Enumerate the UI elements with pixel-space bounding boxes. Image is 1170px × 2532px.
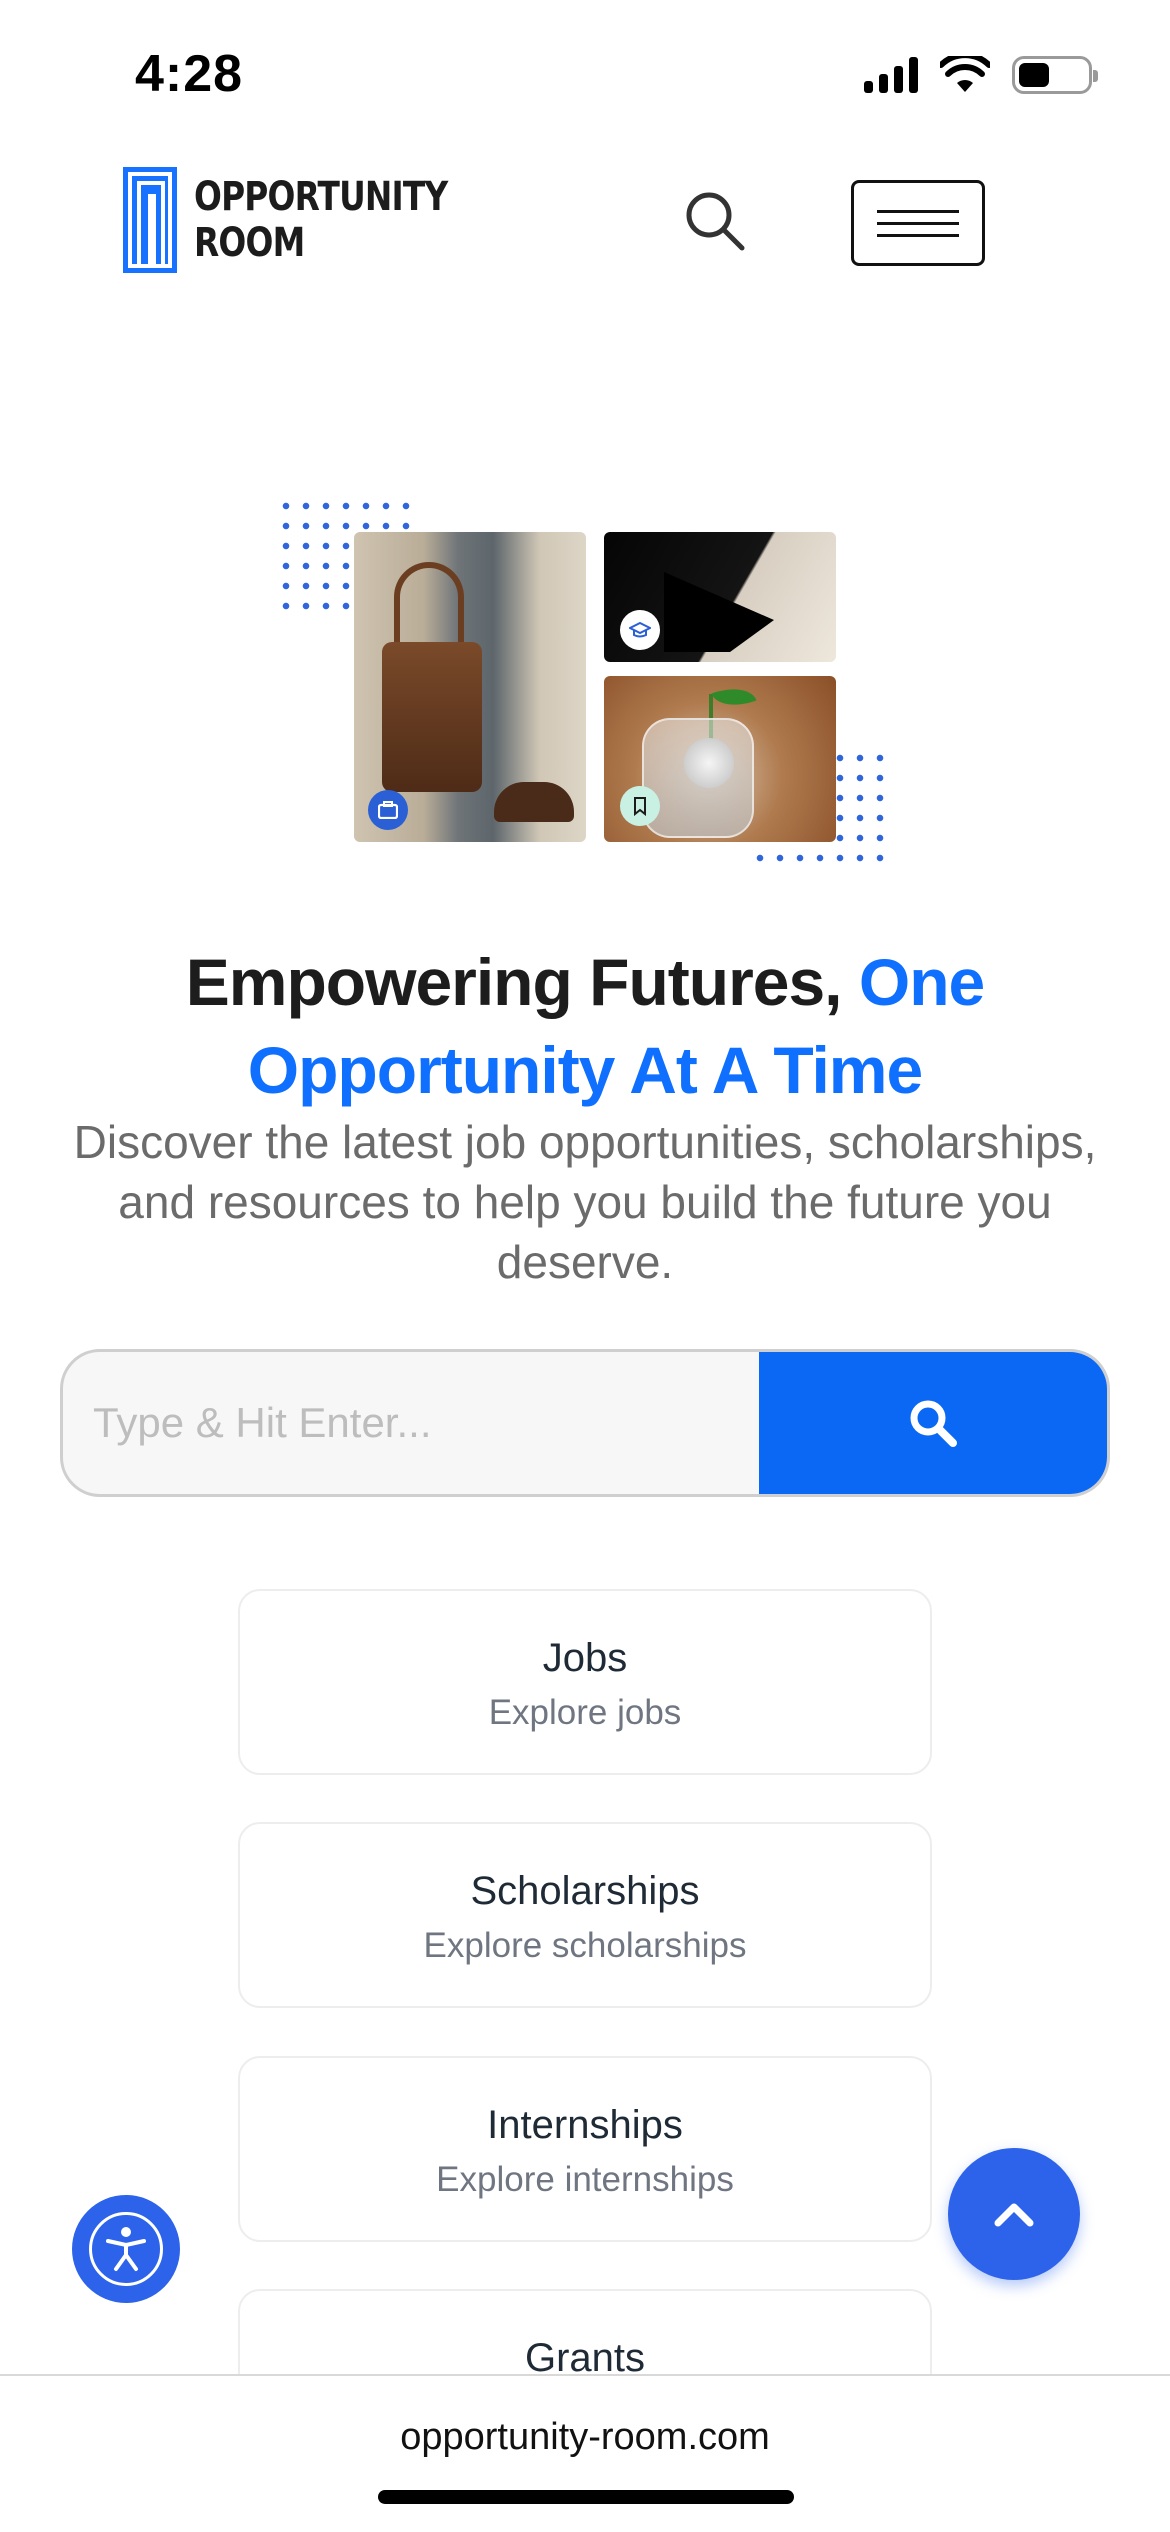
cellular-signal-icon	[864, 57, 918, 93]
home-indicator[interactable]	[378, 2490, 794, 2504]
hero-image-savings-jar	[604, 676, 836, 842]
page: 4:28 OPPORTUNITY ROOM Empowering Futures…	[0, 0, 1170, 2532]
category-subtitle: Explore internships	[436, 2160, 734, 2199]
category-title: Scholarships	[470, 1869, 700, 1913]
headline-accent-2: Opportunity At A Time	[247, 1033, 923, 1107]
chevron-up-icon	[994, 2203, 1034, 2227]
category-subtitle: Explore jobs	[488, 1693, 682, 1732]
hero-headline: Empowering Futures, One Opportunity At A…	[60, 938, 1110, 1114]
accessibility-button[interactable]	[72, 2195, 180, 2303]
logo-line-2: ROOM	[194, 220, 305, 266]
battery-icon	[1012, 56, 1098, 94]
menu-line	[877, 221, 959, 225]
category-title: Internships	[487, 2103, 683, 2147]
hero-search-input[interactable]	[63, 1352, 759, 1494]
search-icon	[910, 1400, 957, 1447]
browser-url-bar[interactable]: opportunity-room.com	[0, 2374, 1170, 2532]
headline-text: Empowering Futures,	[185, 945, 859, 1019]
hero-search-bar	[60, 1349, 1110, 1497]
accessibility-icon	[106, 2227, 146, 2271]
wifi-icon	[940, 56, 990, 92]
hero-image-graduation	[604, 532, 836, 662]
menu-line	[877, 233, 959, 237]
logo-line-1: OPPORTUNITY	[194, 174, 448, 220]
status-time: 4:28	[135, 45, 244, 103]
briefcase-badge-icon	[368, 790, 408, 830]
headline-accent-1: One	[858, 945, 985, 1019]
category-title: Jobs	[542, 1636, 628, 1680]
hero-subtitle: Discover the latest job opportunities, s…	[73, 1116, 1097, 1288]
category-subtitle: Explore scholarships	[423, 1926, 747, 1965]
status-icons	[864, 56, 1098, 94]
menu-line	[877, 209, 959, 213]
hero-search-submit-button[interactable]	[759, 1352, 1107, 1494]
site-logo[interactable]: OPPORTUNITY ROOM	[122, 166, 503, 274]
bookmark-badge-icon	[620, 786, 660, 826]
url-text: opportunity-room.com	[400, 2416, 770, 2458]
search-icon	[686, 192, 745, 251]
category-card-internships[interactable]: Internships Explore internships	[238, 2056, 932, 2242]
logo-mark-icon	[123, 167, 177, 273]
hero-collage	[270, 496, 910, 886]
scroll-to-top-button[interactable]	[948, 2148, 1080, 2280]
category-card-scholarships[interactable]: Scholarships Explore scholarships	[238, 1822, 932, 2008]
category-card-jobs[interactable]: Jobs Explore jobs	[238, 1589, 932, 1775]
hero-image-briefcase	[354, 532, 586, 842]
header-search-button[interactable]	[680, 186, 750, 256]
logo-wordmark: OPPORTUNITY ROOM	[194, 174, 448, 266]
hamburger-menu-button[interactable]	[851, 180, 985, 266]
graduation-cap-badge-icon	[620, 610, 660, 650]
